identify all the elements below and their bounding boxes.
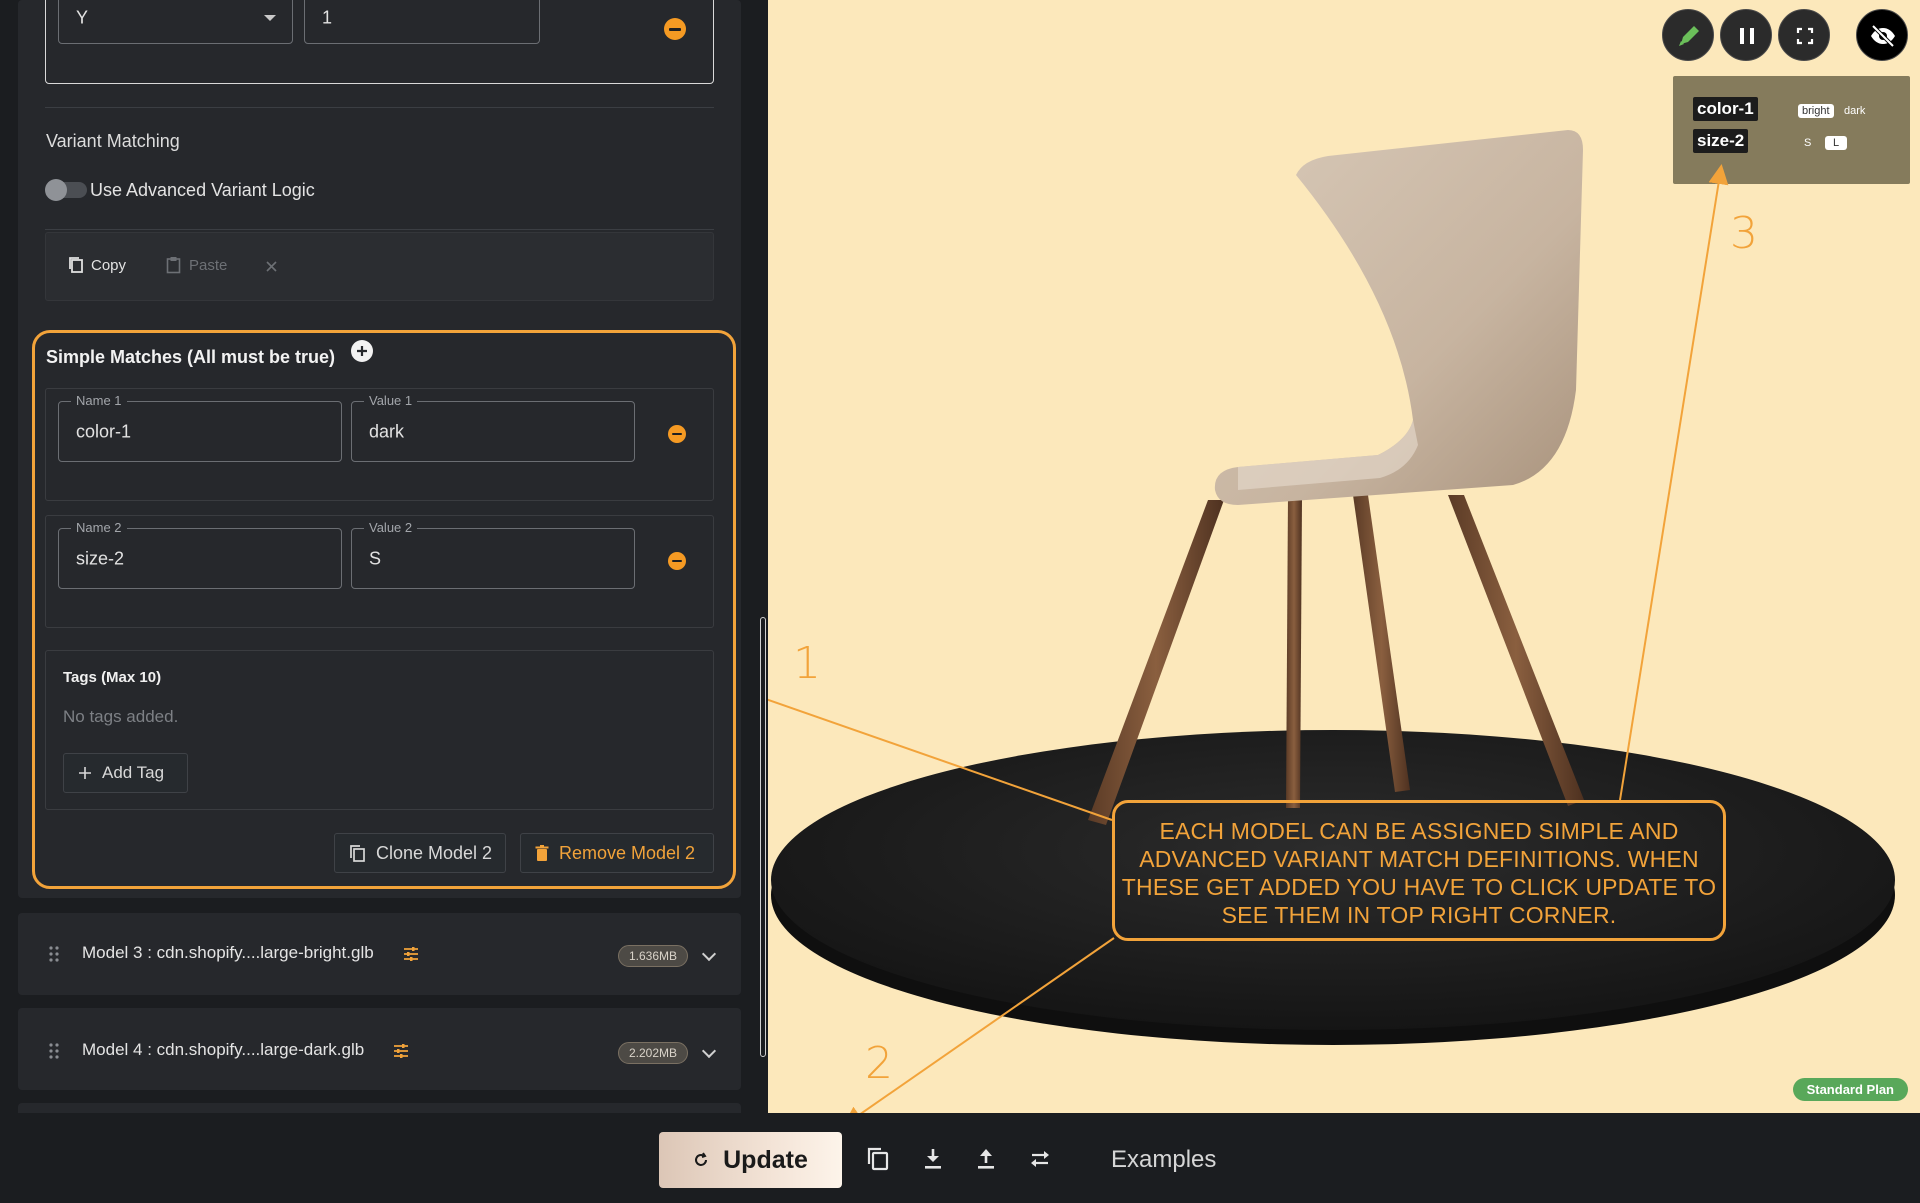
value-1-legend: Value 1 [364, 394, 418, 408]
name-1-value: color-1 [76, 421, 132, 441]
model-5-row-edge [18, 1103, 741, 1113]
clone-model-button[interactable]: Clone Model 2 [334, 833, 506, 873]
chevron-down-icon[interactable] [701, 946, 717, 962]
toggle-thumb [45, 179, 67, 201]
chevron-down-icon [264, 15, 276, 21]
plan-badge: Standard Plan [1792, 1078, 1908, 1101]
model-viewer[interactable]: color-1 bright dark size-2 S L 1 2 3 EAC… [768, 0, 1920, 1113]
chevron-down-icon[interactable] [701, 1043, 717, 1059]
annotation-3: 3 [1730, 208, 1758, 259]
remove-match-1-icon[interactable] [668, 425, 686, 443]
plus-icon [357, 346, 367, 356]
tune-icon[interactable] [393, 1044, 409, 1058]
advanced-logic-label: Use Advanced Variant Logic [90, 180, 315, 200]
panel-scrollbar[interactable] [760, 617, 766, 1057]
examples-link[interactable]: Examples [1111, 1146, 1216, 1174]
clipboard-bar [45, 232, 714, 301]
swap-icon[interactable] [1026, 1145, 1054, 1173]
upload-icon[interactable] [972, 1145, 1000, 1173]
annotation-2: 2 [865, 1038, 893, 1089]
annotation-callout: EACH MODEL CAN BE ASSIGNED SIMPLE AND AD… [1112, 800, 1726, 941]
advanced-logic-toggle[interactable] [45, 179, 87, 201]
number-input[interactable]: 1 [304, 0, 540, 44]
remove-model-button[interactable]: Remove Model 2 [520, 833, 714, 873]
annotation-arrows [768, 164, 1729, 1113]
model-3-row[interactable]: Model 3 : cdn.shopify....large-bright.gl… [18, 913, 741, 995]
model-3-size-badge: 1.636MB [618, 945, 689, 967]
divider [45, 229, 714, 230]
value-2-field[interactable]: Value 2 S [351, 521, 635, 589]
axis-select[interactable]: Y [58, 0, 293, 44]
bottom-toolbar: Update Examples [0, 1113, 1920, 1203]
download-icon[interactable] [919, 1145, 947, 1173]
update-button[interactable]: Update [659, 1132, 842, 1188]
annotation-1: 1 [793, 638, 821, 689]
value-2-value: S [369, 548, 382, 568]
name-2-legend: Name 2 [71, 521, 127, 535]
copy-icon[interactable] [865, 1145, 893, 1173]
value-1-field[interactable]: Value 1 dark [351, 394, 635, 462]
paste-button[interactable]: Paste [166, 256, 227, 274]
add-tag-button[interactable]: Add Tag [63, 753, 188, 793]
copy-icon [350, 844, 365, 862]
tune-icon[interactable] [403, 947, 419, 961]
plus-icon [79, 767, 91, 779]
tags-heading: Tags (Max 10) [63, 669, 162, 686]
number-input-value: 1 [322, 7, 333, 28]
trash-icon [535, 844, 549, 861]
callout-text: EACH MODEL CAN BE ASSIGNED SIMPLE AND AD… [1121, 818, 1717, 928]
add-match-button[interactable] [351, 340, 373, 362]
drag-handle-icon[interactable] [49, 1043, 59, 1059]
remove-match-2-icon[interactable] [668, 552, 686, 570]
variant-matching-heading: Variant Matching [46, 131, 180, 151]
tags-empty-text: No tags added. [63, 707, 179, 726]
refresh-icon [695, 1152, 708, 1166]
model-3-title: Model 3 : cdn.shopify....large-bright.gl… [82, 943, 374, 962]
paste-label: Paste [189, 256, 228, 274]
copy-icon [69, 257, 83, 273]
simple-matches-heading: Simple Matches (All must be true) [46, 347, 336, 367]
name-1-legend: Name 1 [71, 394, 127, 408]
copy-label: Copy [91, 256, 127, 274]
close-icon[interactable] [266, 261, 277, 272]
value-1-value: dark [369, 421, 405, 441]
copy-button[interactable]: Copy [68, 256, 126, 274]
update-label: Update [723, 1145, 808, 1174]
drag-handle-icon[interactable] [49, 946, 59, 962]
value-2-legend: Value 2 [364, 521, 418, 535]
left-panel: Y 1 Variant Matching Use Advanced Varian… [0, 0, 768, 1113]
model-4-row[interactable]: Model 4 : cdn.shopify....large-dark.glb … [18, 1008, 741, 1090]
model-4-size-badge: 2.202MB [618, 1042, 689, 1064]
name-2-field[interactable]: Name 2 size-2 [58, 521, 342, 589]
remove-row-icon[interactable] [664, 18, 686, 40]
add-tag-label: Add Tag [102, 763, 165, 782]
model-4-title: Model 4 : cdn.shopify....large-dark.glb [82, 1040, 365, 1059]
axis-select-value: Y [76, 7, 89, 28]
divider [45, 107, 714, 108]
clone-model-label: Clone Model 2 [376, 842, 493, 863]
remove-model-label: Remove Model 2 [559, 842, 696, 863]
name-2-value: size-2 [76, 548, 125, 568]
paste-icon [166, 257, 181, 274]
name-1-field[interactable]: Name 1 color-1 [58, 394, 342, 462]
